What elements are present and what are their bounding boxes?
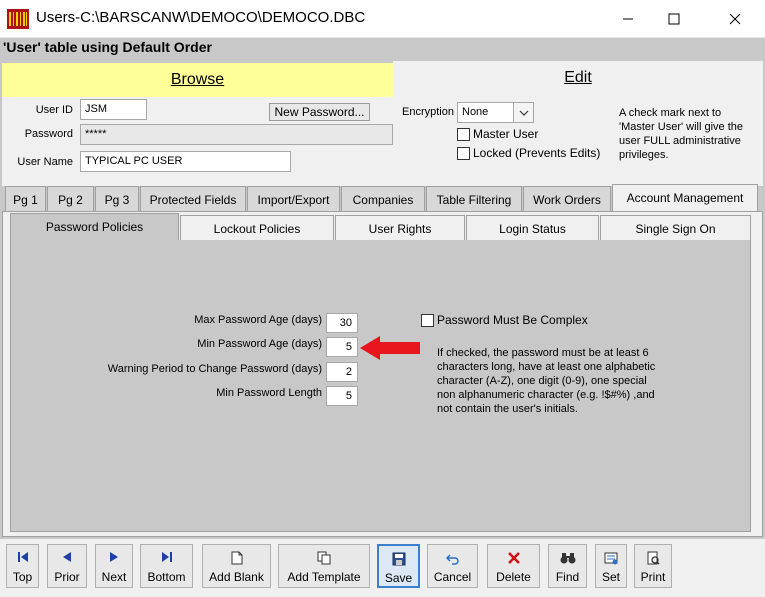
new-password-button[interactable]: New Password... (269, 103, 370, 121)
tab-protected-fields[interactable]: Protected Fields (140, 186, 246, 212)
password-complex-checkbox[interactable] (421, 314, 434, 327)
encryption-select[interactable]: None (457, 102, 534, 123)
locked-label: Locked (Prevents Edits) (473, 146, 601, 160)
user-id-field[interactable]: JSM (80, 99, 147, 120)
max-password-age-label: Max Password Age (days) (194, 314, 322, 326)
subtab-single-sign-on[interactable]: Single Sign On (600, 215, 751, 241)
top-button[interactable]: Top (6, 544, 39, 588)
barcode-app-icon (7, 9, 29, 29)
tab-import-export[interactable]: Import/Export (247, 186, 340, 212)
delete-button[interactable]: Delete (487, 544, 540, 588)
dropdown-button[interactable] (513, 103, 533, 122)
cancel-button[interactable]: Cancel (427, 544, 478, 588)
template-copy-icon (317, 551, 331, 565)
save-disk-icon (392, 552, 405, 566)
subtab-password-policies[interactable]: Password Policies (10, 213, 179, 241)
master-user-checkbox[interactable] (457, 128, 470, 141)
subtab-lockout-policies[interactable]: Lockout Policies (180, 215, 334, 241)
add-blank-button[interactable]: Add Blank (202, 544, 271, 588)
filter-set-icon (604, 552, 618, 565)
delete-x-icon (507, 552, 520, 564)
first-record-icon (17, 552, 28, 562)
title-bar: Users-C:\BARSCANW\DEMOCO\DEMOCO.DBC (0, 0, 765, 38)
close-button[interactable] (712, 0, 758, 38)
table-order-title: 'User' table using Default Order (3, 39, 212, 55)
close-icon (729, 13, 741, 25)
tab-account-management[interactable]: Account Management (612, 184, 758, 212)
print-preview-icon (647, 551, 660, 565)
chevron-down-icon (519, 110, 528, 116)
warning-period-label: Warning Period to Change Password (days) (107, 363, 322, 375)
print-button[interactable]: Print (634, 544, 672, 588)
subtab-user-rights[interactable]: User Rights (335, 215, 465, 241)
tab-companies[interactable]: Companies (341, 186, 425, 212)
tab-pg1[interactable]: Pg 1 (5, 186, 46, 212)
bottom-button[interactable]: Bottom (140, 544, 193, 588)
master-user-note: A check mark next to 'Master User' will … (619, 107, 744, 161)
encryption-label: Encryption (402, 106, 454, 118)
save-button[interactable]: Save (377, 544, 420, 588)
min-password-age-field[interactable]: 5 (326, 337, 358, 357)
blank-page-icon (231, 551, 242, 565)
min-password-age-label: Min Password Age (days) (197, 338, 322, 350)
minimize-icon (623, 18, 633, 20)
locked-checkbox[interactable] (457, 147, 470, 160)
last-record-icon (161, 552, 172, 562)
tab-table-filtering[interactable]: Table Filtering (426, 186, 522, 212)
tab-pg3[interactable]: Pg 3 (95, 186, 139, 212)
browse-mode-tab[interactable]: Browse (2, 63, 393, 97)
maximize-button[interactable] (651, 0, 697, 38)
warning-period-field[interactable]: 2 (326, 362, 358, 382)
user-name-field[interactable]: TYPICAL PC USER (80, 151, 291, 172)
master-user-label: Master User (473, 127, 539, 141)
set-button[interactable]: Set (595, 544, 627, 588)
add-template-button[interactable]: Add Template (278, 544, 370, 588)
find-button[interactable]: Find (548, 544, 587, 588)
binoculars-icon (560, 553, 575, 564)
maximize-icon (668, 13, 680, 25)
min-password-length-label: Min Password Length (216, 387, 322, 399)
password-label: Password (24, 128, 73, 140)
tab-pg2[interactable]: Pg 2 (47, 186, 94, 212)
user-id-label: User ID (35, 104, 73, 116)
previous-record-icon (63, 552, 71, 562)
password-complex-label: Password Must Be Complex (437, 313, 588, 327)
prior-button[interactable]: Prior (47, 544, 87, 588)
subtab-login-status[interactable]: Login Status (466, 215, 599, 241)
max-password-age-field[interactable]: 30 (326, 313, 358, 333)
red-arrow-annotation-icon (360, 336, 420, 360)
window-title: Users-C:\BARSCANW\DEMOCO\DEMOCO.DBC (36, 9, 366, 26)
password-complex-note: If checked, the password must be at leas… (437, 347, 656, 415)
next-button[interactable]: Next (95, 544, 133, 588)
tab-work-orders[interactable]: Work Orders (523, 186, 611, 212)
encryption-value: None (462, 106, 489, 118)
undo-icon (445, 554, 459, 565)
minimize-button[interactable] (605, 0, 651, 38)
min-password-length-field[interactable]: 5 (326, 386, 358, 406)
user-name-label: User Name (17, 156, 73, 168)
next-record-icon (110, 552, 118, 562)
password-field: ***** (80, 124, 393, 145)
edit-mode-tab[interactable]: Edit (393, 61, 763, 97)
